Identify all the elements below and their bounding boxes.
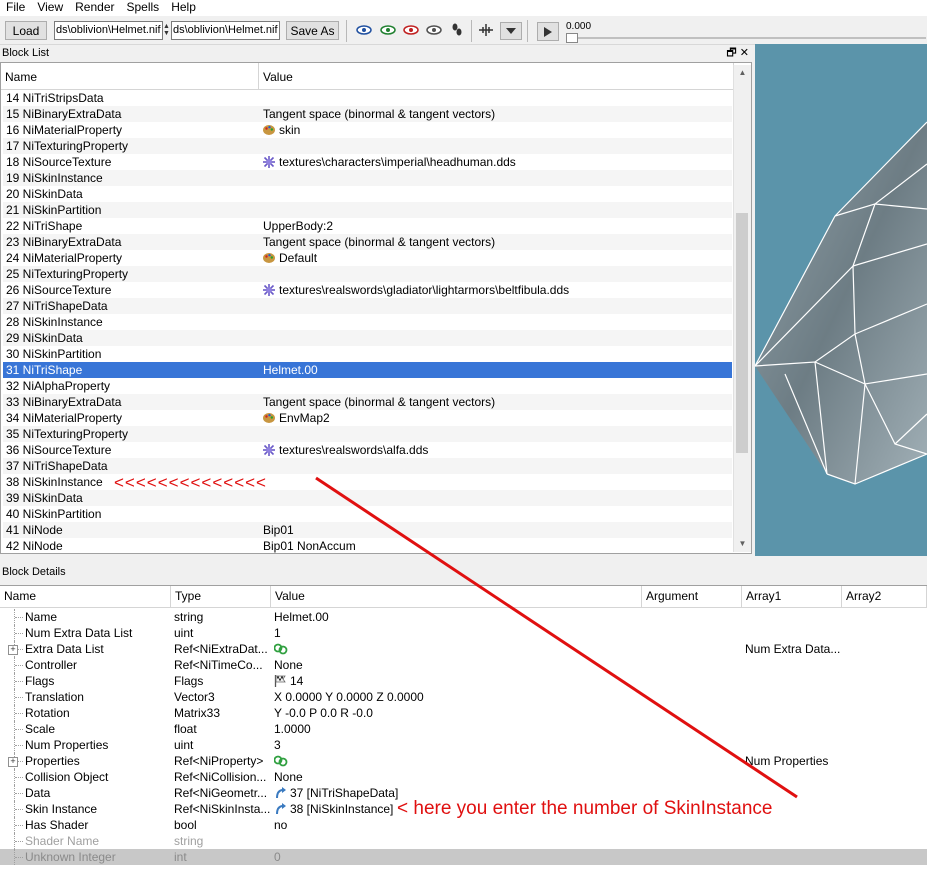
expand-icon[interactable]: + — [8, 645, 18, 655]
expand-icon[interactable]: + — [8, 757, 18, 767]
annotation-note: < here you enter the number of SkinInsta… — [397, 798, 773, 819]
annotation-arrow-line — [315, 476, 798, 799]
annotation-arrows: <<<<<<<<<<<<<< — [114, 473, 267, 492]
